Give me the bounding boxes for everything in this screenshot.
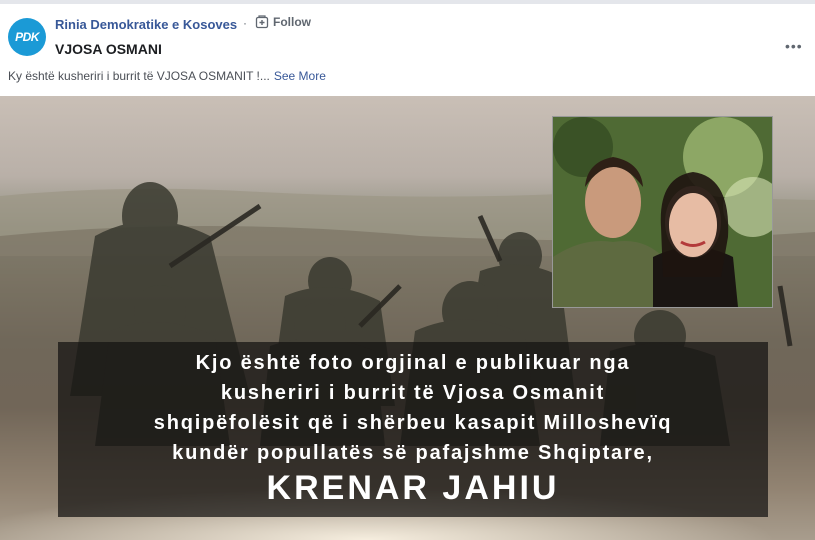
caption-line-4: kundër popullatës së pafajshme Shqiptare… <box>172 442 654 464</box>
inset-couple-photo <box>552 116 773 308</box>
post-image[interactable]: Kjo është foto orgjinal e publikuar nga … <box>0 96 815 540</box>
caption-overlay: Kjo është foto orgjinal e publikuar nga … <box>58 342 768 517</box>
caption-line-1: Kjo është foto orgjinal e publikuar nga <box>195 352 631 374</box>
more-options-icon[interactable]: ••• <box>785 38 803 54</box>
follow-label: Follow <box>273 15 311 29</box>
post-text: Ky është kusheriri i burrit të VJOSA OSM… <box>8 69 326 83</box>
avatar-label: PDK <box>15 30 39 44</box>
follow-button[interactable]: Follow <box>255 15 311 29</box>
post-header: PDK Rinia Demokratike e Kosoves · Follow… <box>0 4 815 96</box>
separator-dot: · <box>243 16 247 30</box>
follow-page-icon <box>255 15 269 29</box>
caption-line-2: kusheriri i burrit të Vjosa Osmanit <box>220 382 606 404</box>
page-avatar[interactable]: PDK <box>8 18 46 56</box>
post-text-body: Ky është kusheriri i burrit të VJOSA OSM… <box>8 69 270 83</box>
caption-name: KRENAR JAHIU <box>266 469 560 507</box>
caption-line-3: shqipëfolësit që i shërbeu kasapit Millo… <box>153 412 673 434</box>
post-title: VJOSA OSMANI <box>55 41 162 57</box>
see-more-link[interactable]: See More <box>274 69 326 83</box>
page-name-link[interactable]: Rinia Demokratike e Kosoves <box>55 17 237 32</box>
